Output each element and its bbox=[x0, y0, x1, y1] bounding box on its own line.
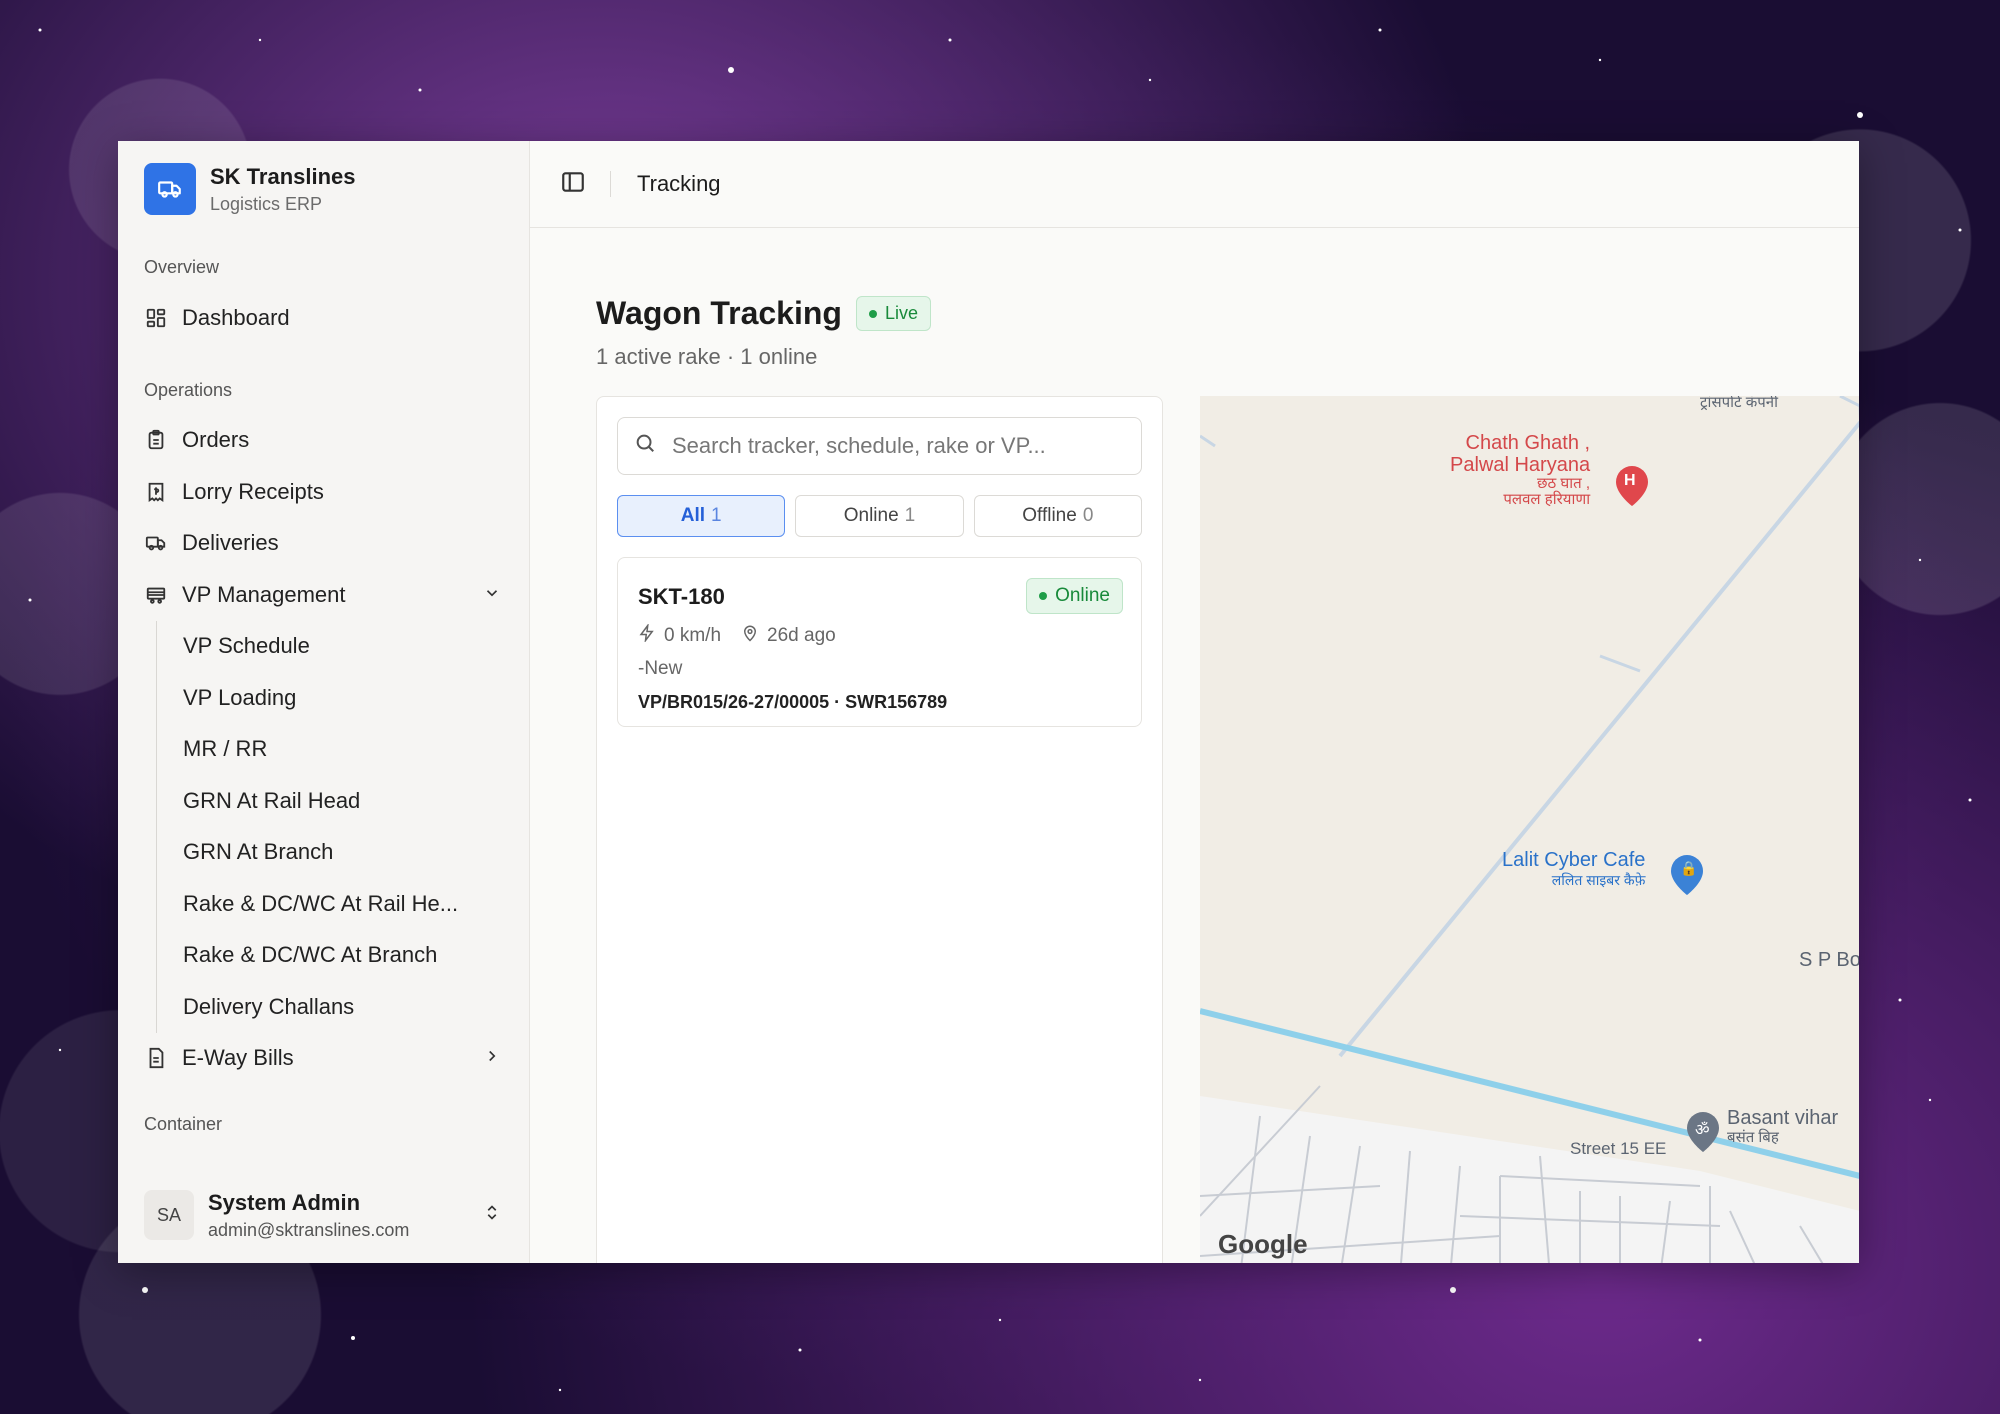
search-icon bbox=[634, 432, 656, 460]
sidebar-item-lorry-receipts[interactable]: Lorry Receipts bbox=[144, 466, 505, 518]
tracker-card[interactable]: SKT-180 Online 0 km/h 26d ago -New VP/BR… bbox=[617, 557, 1142, 727]
page-subtitle: 1 active rake · 1 online bbox=[596, 344, 818, 369]
brand-subtitle: Logistics ERP bbox=[210, 193, 323, 214]
poi-label-top: ट्रांसपोर्ट कंपनी bbox=[1700, 396, 1778, 411]
filter-label: All bbox=[680, 505, 706, 526]
poi-basant-label[interactable]: Basant vihar बसंत बिह bbox=[1727, 1108, 1838, 1148]
sidebar: SK Translines Logistics ERP Overview Das… bbox=[118, 141, 530, 1263]
search-input[interactable] bbox=[670, 432, 1125, 460]
chevron-up-down-icon[interactable] bbox=[483, 1202, 501, 1229]
filter-count: 1 bbox=[904, 505, 916, 526]
document-icon bbox=[144, 1046, 168, 1070]
chevron-right-icon[interactable] bbox=[483, 1045, 501, 1071]
poi-cafe-hindi: ललित साइबर कैफ़े bbox=[1551, 872, 1646, 888]
topbar-title: Tracking bbox=[637, 171, 721, 196]
filter-tab-all[interactable]: All 1 bbox=[617, 495, 786, 537]
sidebar-item-label: Deliveries bbox=[182, 530, 279, 556]
poi-basant-name: Basant vihar bbox=[1727, 1107, 1839, 1129]
status-dot-icon bbox=[868, 309, 877, 318]
grid-icon bbox=[144, 306, 168, 330]
poi-hospital-name-2: Palwal Haryana bbox=[1450, 454, 1591, 476]
poi-hospital-name: Chath Ghath , bbox=[1465, 432, 1591, 454]
speed-value: 0 km/h bbox=[664, 625, 722, 646]
topbar-divider bbox=[610, 171, 611, 197]
sidebar-subitem-vp-loading[interactable]: VP Loading bbox=[183, 672, 505, 724]
map-view[interactable]: ट्रांसपोर्ट कंपनी Chath Ghath , Palwal H… bbox=[1200, 396, 1859, 1263]
receipt-icon bbox=[144, 480, 168, 504]
sidebar-subitem-rake-rail-head[interactable]: Rake & DC/WC At Rail He... bbox=[183, 878, 505, 930]
vp-submenu: VP Schedule VP Loading MR / RR GRN At Ra… bbox=[156, 620, 505, 1033]
truck-icon bbox=[144, 531, 168, 555]
temple-marker-icon[interactable]: ॐ bbox=[1695, 1118, 1710, 1140]
filter-label: Online bbox=[843, 505, 899, 526]
page-header: Wagon Tracking Live 1 active rake · 1 on… bbox=[596, 295, 931, 370]
poi-sp-label[interactable]: S P Box bbox=[1799, 950, 1859, 970]
sidebar-item-eway-bills[interactable]: E-Way Bills bbox=[144, 1033, 505, 1085]
chevron-down-icon[interactable] bbox=[483, 582, 501, 608]
sidebar-subitem-delivery-challans[interactable]: Delivery Challans bbox=[183, 981, 505, 1033]
poi-hospital-hindi: छठ घात , bbox=[1537, 475, 1591, 492]
sidebar-item-label: Lorry Receipts bbox=[182, 478, 324, 504]
street-label: Street 15 EE bbox=[1570, 1139, 1667, 1158]
filter-count: 1 bbox=[711, 505, 722, 526]
tracker-list-panel: All 1 Online 1 Offline 0 SKT-180 Online bbox=[596, 396, 1163, 1263]
sidebar-subitem-grn-branch[interactable]: GRN At Branch bbox=[183, 827, 505, 879]
sidebar-item-label: Dashboard bbox=[182, 304, 290, 330]
live-badge-label: Live bbox=[884, 303, 918, 323]
brand[interactable]: SK Translines Logistics ERP bbox=[144, 161, 505, 217]
poi-basant-hindi: बसंत बिह bbox=[1727, 1129, 1779, 1146]
cafe-marker-icon[interactable]: 🔒 bbox=[1680, 860, 1697, 877]
sidebar-item-label: E-Way Bills bbox=[182, 1045, 294, 1071]
poi-cafe-name: Lalit Cyber Cafe bbox=[1502, 849, 1646, 871]
tracker-reference: VP/BR015/26-27/00005 · SWR156789 bbox=[638, 692, 948, 712]
group-label-overview: Overview bbox=[144, 257, 220, 277]
location-pin-icon bbox=[741, 624, 759, 648]
status-badge-label: Online bbox=[1055, 585, 1110, 606]
lightning-icon bbox=[638, 622, 656, 648]
avatar: SA bbox=[144, 1190, 194, 1240]
filter-tab-offline[interactable]: Offline 0 bbox=[973, 495, 1142, 537]
poi-cafe-label[interactable]: Lalit Cyber Cafe ललित साइबर कैफ़े bbox=[1502, 850, 1645, 890]
tracker-status: -New bbox=[638, 658, 683, 679]
status-dot-icon bbox=[1039, 592, 1048, 600]
filter-count: 0 bbox=[1082, 505, 1094, 526]
user-menu[interactable]: SA System Admin admin@sktranslines.com bbox=[144, 1185, 505, 1245]
search-box[interactable] bbox=[617, 417, 1142, 475]
user-name: System Admin bbox=[208, 1189, 361, 1215]
sidebar-item-label: VP Management bbox=[182, 581, 346, 607]
wagon-icon bbox=[144, 583, 168, 607]
filter-tab-online[interactable]: Online 1 bbox=[795, 495, 964, 537]
google-attribution[interactable]: Google bbox=[1218, 1229, 1308, 1260]
sidebar-item-dashboard[interactable]: Dashboard bbox=[144, 292, 505, 344]
poi-hospital-label[interactable]: Chath Ghath , Palwal Haryana छठ घात , पल… bbox=[1450, 432, 1590, 508]
sidebar-subitem-rake-branch[interactable]: Rake & DC/WC At Branch bbox=[183, 930, 505, 982]
user-email: admin@sktranslines.com bbox=[208, 1219, 410, 1240]
app-window: SK Translines Logistics ERP Overview Das… bbox=[118, 141, 1859, 1263]
sidebar-subitem-mr-rr[interactable]: MR / RR bbox=[183, 724, 505, 776]
status-badge: Online bbox=[1026, 578, 1123, 614]
group-label-container: Container bbox=[144, 1114, 223, 1134]
sidebar-item-label: Orders bbox=[182, 427, 250, 453]
page-title: Wagon Tracking bbox=[596, 295, 842, 331]
sidebar-item-vp-management[interactable]: VP Management bbox=[144, 569, 505, 621]
hospital-marker-icon[interactable]: H bbox=[1624, 472, 1636, 490]
poi-hospital-hindi-2: पलवल हरियाणा bbox=[1503, 491, 1591, 508]
sidebar-subitem-grn-rail-head[interactable]: GRN At Rail Head bbox=[183, 775, 505, 827]
sidebar-item-orders[interactable]: Orders bbox=[144, 415, 505, 467]
topbar: Tracking bbox=[530, 141, 1859, 228]
last-seen-value: 26d ago bbox=[767, 625, 836, 646]
filter-tabs: All 1 Online 1 Offline 0 bbox=[617, 495, 1142, 537]
group-label-operations: Operations bbox=[144, 379, 233, 400]
truck-logo-icon bbox=[144, 163, 196, 215]
sidebar-toggle-icon[interactable] bbox=[560, 169, 586, 200]
main-content: Tracking Wagon Tracking Live 1 active ra… bbox=[530, 141, 1859, 1263]
filter-label: Offline bbox=[1022, 505, 1077, 526]
sidebar-item-deliveries[interactable]: Deliveries bbox=[144, 518, 505, 570]
live-badge: Live bbox=[855, 296, 931, 331]
clipboard-icon bbox=[144, 428, 168, 452]
brand-name: SK Translines bbox=[210, 163, 356, 189]
sidebar-subitem-vp-schedule[interactable]: VP Schedule bbox=[183, 621, 505, 673]
